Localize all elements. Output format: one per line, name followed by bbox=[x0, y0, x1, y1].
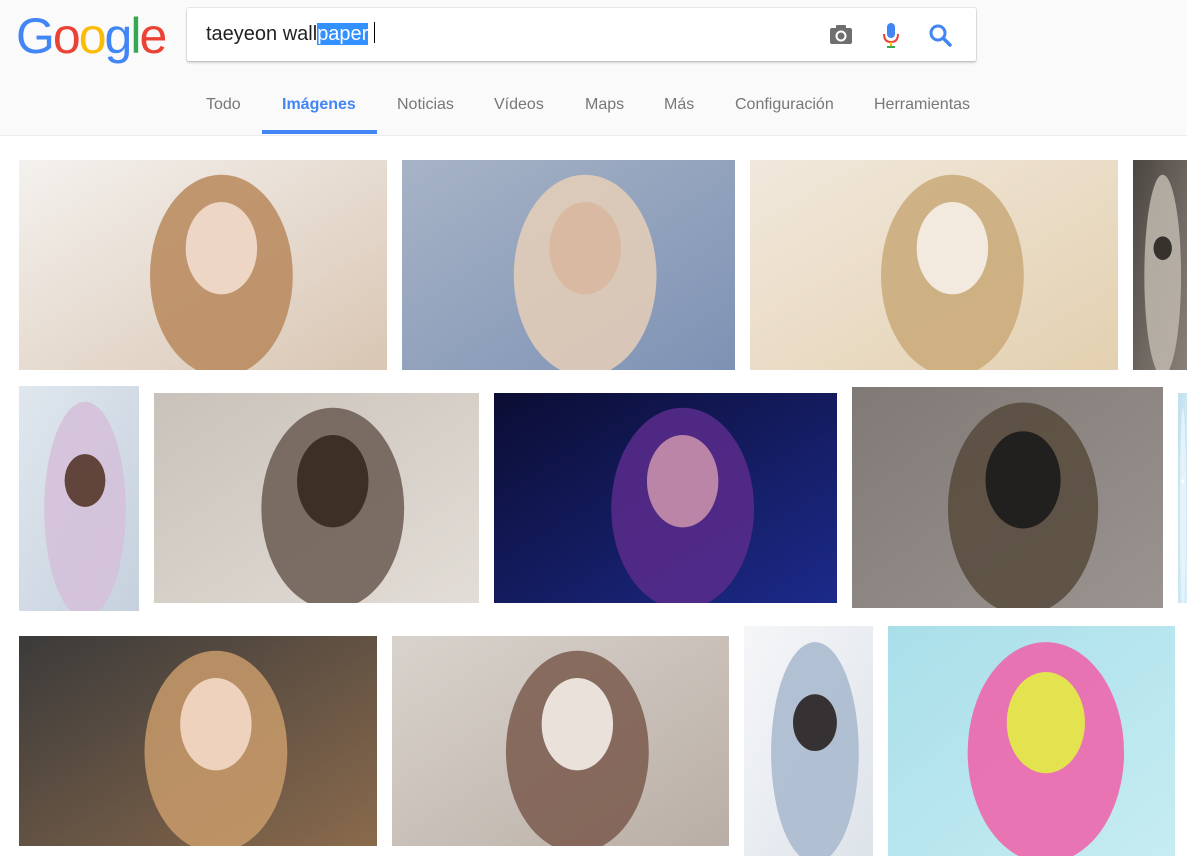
search-query-selected-text: paper bbox=[317, 23, 369, 45]
result-image-3[interactable] bbox=[750, 160, 1118, 370]
thumbnail-image bbox=[19, 160, 387, 370]
search-input[interactable]: taeyeon wallpaper bbox=[206, 21, 375, 48]
result-image-10[interactable] bbox=[19, 636, 377, 846]
thumbnail-image bbox=[19, 636, 377, 846]
search-tabs: Todo Imágenes Noticias Vídeos Maps Más C… bbox=[0, 84, 1187, 135]
google-logo[interactable]: Google bbox=[16, 8, 167, 64]
tab-mas[interactable]: Más bbox=[664, 96, 694, 114]
tab-configuracion[interactable]: Configuración bbox=[735, 96, 834, 114]
result-image-7[interactable] bbox=[494, 393, 837, 603]
tab-herramientas[interactable]: Herramientas bbox=[874, 96, 970, 114]
logo-letter: e bbox=[139, 8, 167, 64]
result-image-6[interactable] bbox=[154, 393, 479, 603]
thumbnail-image bbox=[392, 636, 729, 846]
thumbnail-image bbox=[888, 626, 1175, 856]
result-image-1[interactable] bbox=[19, 160, 387, 370]
search-query-text: taeyeon wall bbox=[206, 23, 318, 45]
tab-noticias[interactable]: Noticias bbox=[397, 96, 454, 114]
microphone-icon[interactable] bbox=[876, 20, 906, 50]
logo-letter: o bbox=[78, 8, 107, 64]
search-icon[interactable] bbox=[925, 20, 955, 50]
result-image-8[interactable] bbox=[852, 387, 1163, 608]
text-cursor bbox=[373, 22, 375, 43]
tab-todo[interactable]: Todo bbox=[206, 96, 241, 114]
result-image-5[interactable] bbox=[19, 386, 139, 611]
result-image-12[interactable] bbox=[744, 626, 873, 856]
thumbnail-image bbox=[1178, 393, 1187, 603]
result-image-4[interactable] bbox=[1133, 160, 1187, 370]
thumbnail-image bbox=[154, 393, 479, 603]
result-image-13[interactable] bbox=[888, 626, 1175, 856]
search-box[interactable]: taeyeon wallpaper bbox=[187, 8, 976, 61]
result-image-11[interactable] bbox=[392, 636, 729, 846]
active-tab-indicator bbox=[262, 130, 377, 134]
thumbnail-image bbox=[1133, 160, 1187, 370]
tab-videos[interactable]: Vídeos bbox=[494, 96, 544, 114]
logo-letter: g bbox=[104, 8, 133, 64]
tab-maps[interactable]: Maps bbox=[585, 96, 624, 114]
thumbnail-image bbox=[494, 393, 837, 603]
logo-letter: l bbox=[130, 8, 141, 64]
header: Google taeyeon wallpaper Todo Imágenes N… bbox=[0, 0, 1187, 136]
thumbnail-image bbox=[19, 386, 139, 611]
thumbnail-image bbox=[750, 160, 1118, 370]
thumbnail-image bbox=[402, 160, 735, 370]
tab-imagenes[interactable]: Imágenes bbox=[282, 96, 356, 114]
logo-letter: o bbox=[52, 8, 81, 64]
camera-icon[interactable] bbox=[826, 20, 856, 50]
logo-letter: G bbox=[16, 8, 55, 64]
thumbnail-image bbox=[852, 387, 1163, 608]
result-image-2[interactable] bbox=[402, 160, 735, 370]
result-image-9[interactable] bbox=[1178, 393, 1187, 603]
thumbnail-image bbox=[744, 626, 873, 856]
